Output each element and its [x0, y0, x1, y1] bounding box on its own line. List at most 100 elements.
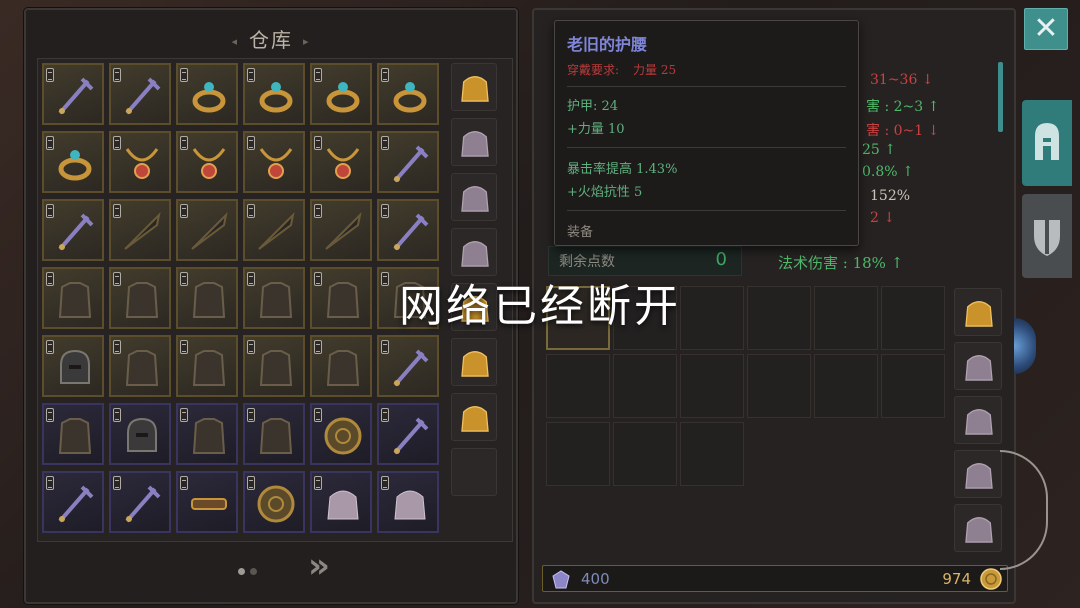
bag-slot[interactable]	[613, 354, 677, 418]
storage-slot[interactable]	[243, 471, 305, 533]
storage-slot[interactable]	[310, 471, 372, 533]
item-icon	[192, 82, 226, 113]
lock-icon	[247, 340, 255, 354]
storage-slot[interactable]	[109, 199, 171, 261]
storage-slot[interactable]	[377, 131, 439, 193]
tab-equipment[interactable]	[1022, 100, 1072, 186]
lock-icon	[46, 136, 54, 150]
item-requirement: 穿戴要求: 力量 25	[567, 63, 677, 77]
storage-slot[interactable]	[109, 471, 171, 533]
storage-slot[interactable]	[42, 131, 104, 193]
item-icon	[58, 77, 94, 115]
storage-slot[interactable]	[377, 471, 439, 533]
divider	[567, 86, 846, 87]
storage-slot[interactable]	[377, 335, 439, 397]
lock-icon	[113, 204, 121, 218]
storage-title: 仓库	[26, 24, 516, 53]
storage-slot[interactable]	[109, 63, 171, 125]
bag-slot[interactable]	[680, 422, 744, 486]
stats-scrollbar[interactable]	[998, 62, 1003, 132]
lock-icon	[113, 408, 121, 422]
storage-slot[interactable]	[176, 131, 238, 193]
next-page-icon[interactable]: »	[308, 548, 344, 584]
lock-icon	[113, 340, 121, 354]
storage-tab[interactable]	[451, 338, 497, 386]
storage-slot[interactable]	[176, 471, 238, 533]
item-icon	[191, 211, 228, 250]
bag-tab[interactable]	[954, 504, 1002, 552]
bag-slot[interactable]	[613, 422, 677, 486]
lock-icon	[247, 68, 255, 82]
lock-icon	[314, 136, 322, 150]
item-crit: 暴击率提高 1.43%	[567, 162, 678, 177]
lock-icon	[247, 476, 255, 490]
storage-slot[interactable]	[377, 63, 439, 125]
close-button[interactable]: ✕	[1024, 8, 1068, 50]
bag-slot[interactable]	[747, 354, 811, 418]
item-icon	[58, 418, 92, 454]
bag-slot[interactable]	[546, 354, 610, 418]
item-icon	[125, 148, 159, 179]
stat-row: 152%	[870, 188, 911, 204]
storage-slot[interactable]	[176, 403, 238, 465]
helmet-icon	[1035, 123, 1059, 160]
item-fire-res: +火焰抗性 5	[567, 185, 643, 200]
lock-icon	[46, 476, 54, 490]
bag-icon	[461, 131, 489, 157]
storage-slot[interactable]	[310, 335, 372, 397]
shield-sword-icon	[1034, 218, 1060, 256]
item-type: 装备	[567, 225, 594, 240]
storage-tab[interactable]	[451, 173, 497, 221]
storage-slot[interactable]	[243, 403, 305, 465]
storage-slot[interactable]	[109, 131, 171, 193]
lock-icon	[314, 408, 322, 422]
tab-weapons[interactable]	[1022, 194, 1072, 278]
storage-slot[interactable]	[176, 335, 238, 397]
item-icon	[259, 418, 293, 454]
bag-tab[interactable]	[954, 342, 1002, 390]
storage-slot[interactable]	[310, 63, 372, 125]
page-dot[interactable]	[250, 568, 257, 575]
bag-tab[interactable]	[954, 396, 1002, 444]
storage-slot[interactable]	[243, 199, 305, 261]
storage-tab[interactable]	[451, 448, 497, 496]
storage-slot[interactable]	[243, 63, 305, 125]
storage-slot[interactable]	[42, 63, 104, 125]
bag-slot[interactable]	[546, 422, 610, 486]
storage-slot[interactable]	[377, 199, 439, 261]
bag-tab[interactable]	[954, 450, 1002, 498]
coin-icon	[980, 568, 1002, 590]
storage-tab[interactable]	[451, 118, 497, 166]
storage-slot[interactable]	[176, 199, 238, 261]
storage-slot[interactable]	[243, 335, 305, 397]
storage-slot[interactable]	[243, 131, 305, 193]
storage-slot[interactable]	[42, 403, 104, 465]
storage-slot[interactable]	[42, 335, 104, 397]
page-dots	[238, 560, 262, 579]
storage-slot[interactable]	[310, 403, 372, 465]
lock-icon	[113, 68, 121, 82]
bag-slot[interactable]	[881, 354, 945, 418]
storage-tab[interactable]	[451, 63, 497, 111]
remaining-points-value: 0	[715, 249, 727, 270]
storage-slot[interactable]	[42, 471, 104, 533]
stats-list: 31~36 ↓ 害 : 2~3 ↑ 害 : 0~1 ↓ 25 ↑ 0.8% ↑ …	[858, 60, 986, 240]
storage-tab[interactable]	[451, 228, 497, 276]
stat-row: 害 : 2~3 ↑	[866, 99, 940, 115]
storage-slot[interactable]	[42, 199, 104, 261]
lock-icon	[113, 476, 121, 490]
lock-icon	[314, 68, 322, 82]
bag-slot[interactable]	[680, 354, 744, 418]
bag-icon	[965, 463, 993, 489]
storage-slot[interactable]	[310, 199, 372, 261]
storage-slot[interactable]	[109, 335, 171, 397]
lock-icon	[180, 340, 188, 354]
storage-tab[interactable]	[451, 393, 497, 441]
storage-slot[interactable]	[109, 403, 171, 465]
storage-slot[interactable]	[310, 131, 372, 193]
bag-slot[interactable]	[814, 354, 878, 418]
storage-slot[interactable]	[377, 403, 439, 465]
storage-slot[interactable]	[176, 63, 238, 125]
page-dot-active[interactable]	[238, 568, 245, 575]
lock-icon	[247, 136, 255, 150]
